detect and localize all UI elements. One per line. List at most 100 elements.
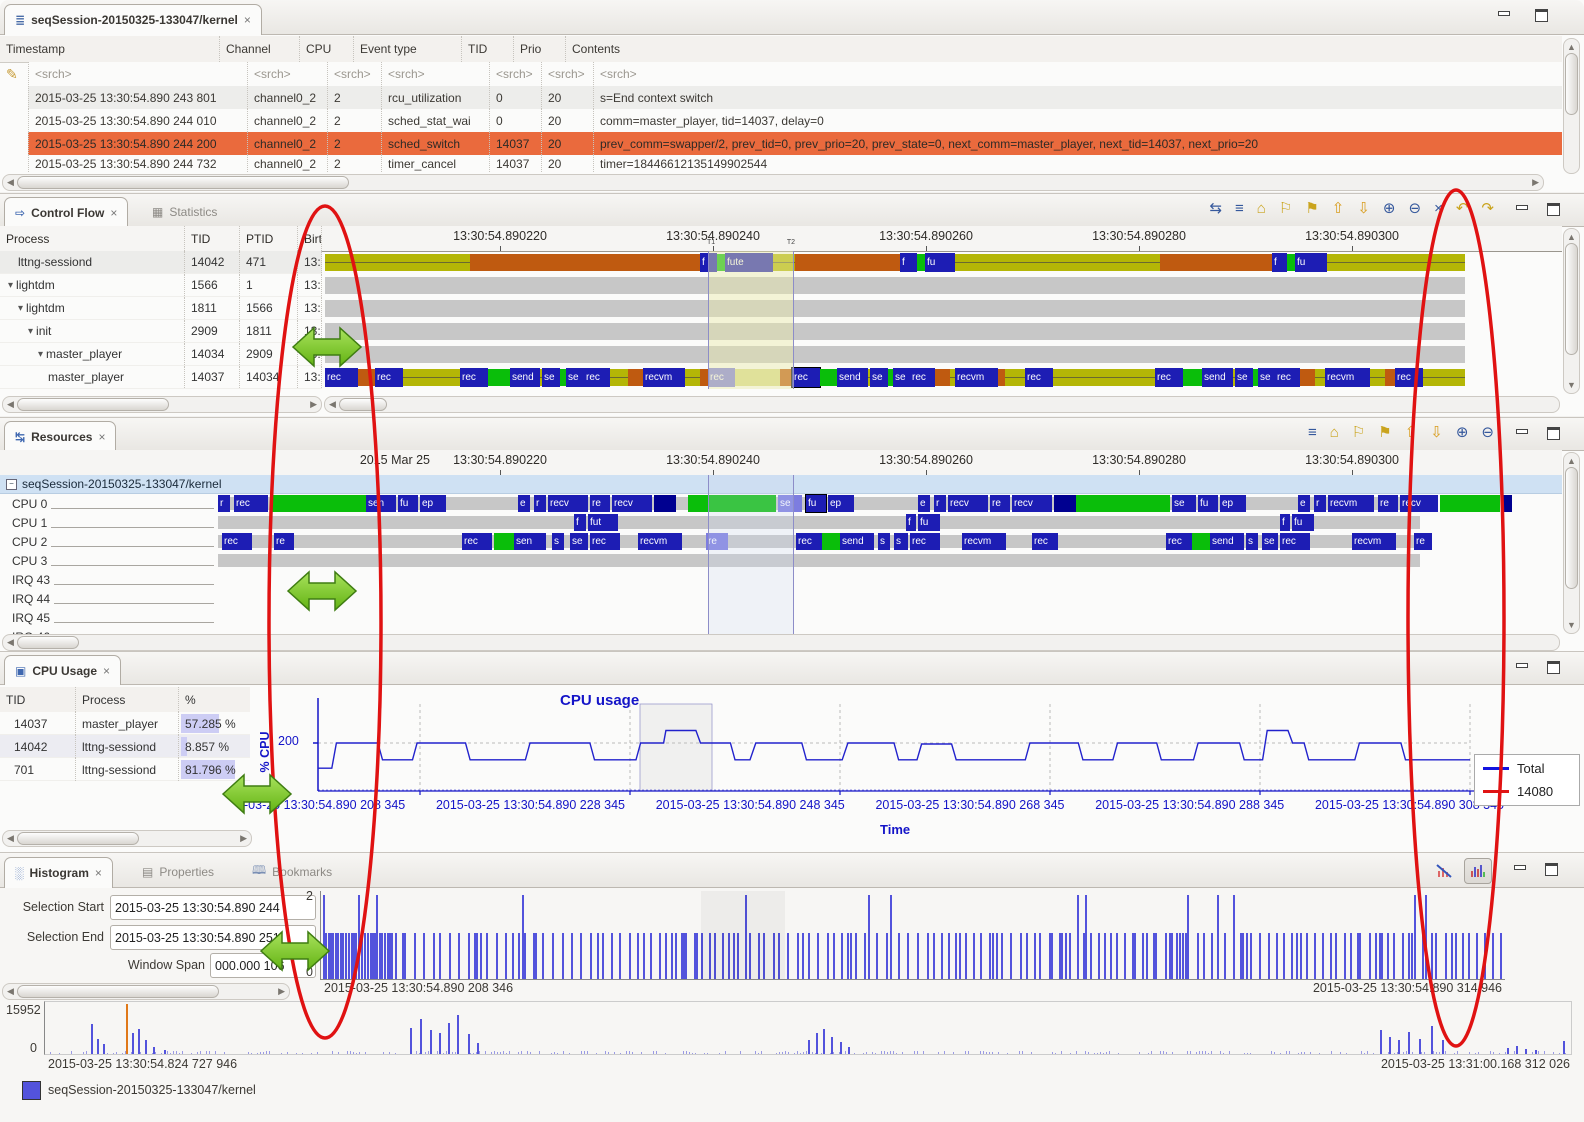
state-segment[interactable]: se [1262, 533, 1278, 550]
state-segment[interactable]: fu [1198, 495, 1218, 512]
state-segment[interactable]: se [1235, 368, 1253, 387]
cf-tree-hscrollbar[interactable]: ◀▶ [2, 396, 322, 413]
maximize-icon[interactable] [1547, 427, 1560, 438]
state-segment[interactable] [1440, 495, 1500, 512]
filter-cell[interactable]: <srch> [28, 62, 247, 85]
filter-cell[interactable]: <srch> [247, 62, 327, 85]
column-header-prio[interactable]: Prio [513, 36, 565, 62]
move-down-icon[interactable]: ⇩ [1357, 200, 1370, 218]
state-segment[interactable] [998, 369, 1005, 386]
state-segment[interactable]: se [542, 368, 560, 387]
state-segment[interactable]: e [518, 495, 530, 512]
state-segment[interactable]: r [534, 495, 546, 512]
state-segment[interactable] [795, 254, 900, 271]
events-filter-row[interactable]: <srch><srch><srch><srch><srch><srch><src… [28, 62, 1562, 85]
state-segment[interactable]: fu [806, 495, 826, 512]
state-segment[interactable]: e [918, 495, 930, 512]
events-tab[interactable]: ≣ seqSession-20150325-133047/kernel × [4, 4, 262, 35]
state-segment[interactable] [494, 533, 514, 550]
hide-lost-events-icon[interactable] [1430, 858, 1458, 884]
state-segment[interactable] [1300, 369, 1315, 386]
expander-icon[interactable]: ▾ [28, 326, 33, 337]
state-segment[interactable] [325, 346, 1465, 363]
table-row[interactable]: 2015-03-25 13:30:54.890 244 200channel0_… [28, 132, 1562, 155]
state-segment[interactable]: recv [612, 495, 652, 512]
state-segment[interactable] [1287, 254, 1295, 271]
filter-cell[interactable]: <srch> [489, 62, 541, 85]
state-segment[interactable]: se [1172, 495, 1196, 512]
state-segment[interactable]: recvm [638, 533, 682, 550]
previous-marker-icon[interactable]: ⚐ [1352, 424, 1365, 442]
state-segment[interactable]: se [893, 368, 910, 387]
selection-start-input[interactable]: 2015-03-25 13:30:54.890 244 [110, 895, 316, 920]
state-segment[interactable]: recvm [955, 368, 998, 387]
column-header-process[interactable]: Process [75, 687, 178, 712]
state-segment[interactable]: recv [1400, 495, 1438, 512]
state-segment[interactable] [325, 323, 1465, 340]
state-segment[interactable]: s [894, 533, 908, 550]
state-segment[interactable]: ep [828, 495, 854, 512]
state-segment[interactable]: recvm [643, 368, 685, 387]
column-header-timestamp[interactable]: Timestamp [0, 36, 219, 62]
state-segment[interactable]: r [1314, 495, 1326, 512]
state-segment[interactable]: fu [918, 514, 940, 531]
minimize-icon[interactable] [1515, 661, 1528, 672]
filter-cell[interactable]: <srch> [593, 62, 1540, 85]
resources-hscrollbar[interactable]: ◀ [2, 634, 1560, 651]
filter-pencil-icon[interactable]: ✎ [6, 66, 18, 83]
close-icon[interactable]: × [98, 430, 105, 444]
table-row[interactable]: 2015-03-25 13:30:54.890 243 801channel0_… [28, 86, 1562, 109]
follow-backward-icon[interactable]: ↶ [1456, 200, 1469, 218]
column-header-tid[interactable]: TID [185, 226, 240, 251]
filter-cell[interactable]: <srch> [541, 62, 593, 85]
state-segment[interactable]: rec [222, 533, 252, 550]
state-segment[interactable]: send [840, 533, 874, 550]
resource-timeline[interactable]: ffutffuffu [218, 513, 1420, 532]
state-segment[interactable]: recvm [1328, 495, 1374, 512]
tree-row[interactable]: ▾init2909181113: [0, 320, 322, 343]
reset-time-scale-icon[interactable]: ⌂ [1330, 424, 1339, 442]
state-segment[interactable] [358, 369, 375, 386]
selection-range[interactable] [708, 475, 794, 637]
resource-timeline[interactable]: recrerecsensserecrecvmrerecsendssrecrecv… [218, 532, 1420, 551]
column-header-pct[interactable]: % [178, 687, 250, 712]
state-segment[interactable]: f [1280, 514, 1290, 531]
hide-arrows-icon[interactable]: × [1434, 200, 1443, 218]
column-header-process[interactable]: Process [0, 226, 185, 251]
state-segment[interactable]: f [574, 514, 586, 531]
table-row[interactable]: 2015-03-25 13:30:54.890 244 010channel0_… [28, 109, 1562, 132]
events-vscrollbar[interactable]: ▲ [1563, 38, 1580, 174]
state-segment[interactable]: send [1202, 368, 1233, 387]
state-segment[interactable]: sen [514, 533, 546, 550]
column-header-cpu[interactable]: CPU [299, 36, 353, 62]
control-flow-tab[interactable]: ⇨ Control Flow × [4, 197, 128, 227]
state-segment[interactable]: se [570, 533, 588, 550]
state-segment[interactable] [935, 369, 950, 386]
state-segment[interactable]: r [218, 495, 230, 512]
state-segment[interactable] [1160, 254, 1272, 271]
maximize-icon[interactable] [1535, 9, 1548, 20]
zoom-in-icon[interactable]: ⊕ [1383, 200, 1396, 218]
state-segment[interactable]: rec [375, 368, 403, 387]
maximize-icon[interactable] [1547, 203, 1560, 214]
column-header-event-type[interactable]: Event type [353, 36, 461, 62]
state-segment[interactable]: recvm [962, 533, 1006, 550]
state-segment[interactable]: recv [1012, 495, 1052, 512]
state-segment[interactable] [488, 369, 510, 386]
timeline-row[interactable] [322, 343, 1465, 366]
close-icon[interactable]: × [244, 13, 251, 27]
state-segment[interactable]: rec [910, 368, 935, 387]
state-segment[interactable]: rec [792, 368, 820, 387]
state-segment[interactable] [218, 516, 1420, 529]
tree-row[interactable]: lttng-sessiond1404247113: [0, 251, 322, 274]
minimize-icon[interactable] [1513, 863, 1526, 874]
timeline-row[interactable]: recrecrecsendseserecrecvmrecrecsendseser… [322, 366, 1465, 389]
cf-vscrollbar[interactable]: ▲▼ [1563, 228, 1580, 394]
maximize-icon[interactable] [1545, 863, 1558, 874]
state-segment[interactable]: s [878, 533, 890, 550]
state-segment[interactable]: re [274, 533, 294, 550]
state-segment[interactable]: rec [796, 533, 822, 550]
filter-cell[interactable]: <srch> [381, 62, 489, 85]
column-header-ptid[interactable]: PTID [240, 226, 298, 251]
next-marker-icon[interactable]: ⚑ [1305, 200, 1318, 218]
